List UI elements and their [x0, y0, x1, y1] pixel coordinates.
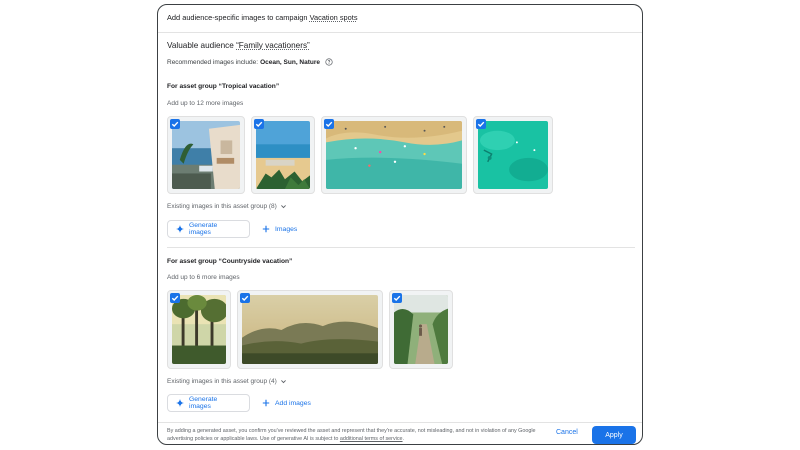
checkbox-checked-icon[interactable]	[476, 119, 486, 129]
generate-images-label: Generate images	[188, 222, 218, 236]
campaign-name: Vacation spots	[309, 13, 358, 22]
dialog-title: Add audience-specific images to campaign	[167, 13, 308, 22]
chevron-down-icon	[280, 380, 286, 384]
checkbox-checked-icon[interactable]	[170, 293, 180, 303]
image-forest	[172, 295, 226, 364]
chevron-down-icon	[280, 205, 286, 209]
group-title-tropical: For asset group “Tropical vacation”	[167, 83, 280, 90]
add-images-label: Images	[275, 225, 298, 233]
section-divider	[167, 247, 635, 248]
sparkle-icon	[176, 399, 184, 407]
image-tile[interactable]	[237, 290, 383, 369]
terms-link[interactable]: additional terms of service	[340, 436, 403, 442]
disclaimer-end: .	[402, 435, 405, 442]
image-garden-path	[394, 295, 448, 364]
image-tile[interactable]	[251, 116, 315, 194]
cancel-button[interactable]: Cancel	[556, 429, 578, 436]
help-circle-icon[interactable]	[325, 58, 333, 66]
image-tile[interactable]	[167, 116, 245, 194]
generate-images-button[interactable]: Generate images	[167, 394, 250, 412]
group-subtitle-tropical: Add up to 12 more images	[167, 100, 244, 107]
dialog-header: Add audience-specific images to campaign…	[158, 5, 642, 33]
checkbox-checked-icon[interactable]	[254, 119, 264, 129]
image-cliff-villa	[172, 121, 240, 189]
disclaimer-text: By adding a generated asset, you confirm…	[167, 428, 537, 443]
generate-images-button[interactable]: Generate images	[167, 220, 250, 238]
recommendation-line: Recommended images include: Ocean, Sun, …	[167, 58, 333, 66]
plus-icon	[262, 225, 270, 233]
group-title-countryside: For asset group “Countryside vacation”	[167, 258, 293, 265]
checkbox-checked-icon[interactable]	[392, 293, 402, 303]
recommendation-label: Recommended images include:	[167, 58, 259, 66]
checkbox-checked-icon[interactable]	[240, 293, 250, 303]
checkbox-checked-icon[interactable]	[324, 119, 334, 129]
image-hills-sunset	[242, 295, 378, 364]
image-tile[interactable]	[167, 290, 231, 369]
apply-button[interactable]: Apply	[592, 426, 636, 444]
image-beach-palms	[256, 121, 310, 189]
audience-label: Valuable audience	[167, 41, 234, 50]
existing-images-label: Existing images in this asset group (4)	[167, 378, 277, 385]
plus-icon	[262, 399, 270, 407]
dialog-footer: By adding a generated asset, you confirm…	[158, 422, 642, 444]
add-images-dialog: Add audience-specific images to campaign…	[157, 4, 643, 445]
image-tile[interactable]	[389, 290, 453, 369]
audience-title: Valuable audience “Family vacationers”	[167, 41, 310, 50]
add-images-label: Add images	[275, 399, 311, 407]
image-turquoise-sea	[478, 121, 548, 189]
sparkle-icon	[176, 225, 184, 233]
generate-images-label: Generate images	[188, 396, 218, 410]
add-images-button[interactable]: Images	[258, 220, 301, 238]
checkbox-checked-icon[interactable]	[170, 119, 180, 129]
image-tile[interactable]	[321, 116, 467, 194]
image-tile[interactable]	[473, 116, 553, 194]
existing-images-toggle[interactable]: Existing images in this asset group (8)	[167, 203, 287, 210]
add-images-button[interactable]: Add images	[258, 394, 315, 412]
recommendation-items: Ocean, Sun, Nature	[260, 58, 321, 66]
existing-images-label: Existing images in this asset group (8)	[167, 203, 277, 210]
existing-images-toggle[interactable]: Existing images in this asset group (4)	[167, 378, 287, 385]
audience-name: “Family vacationers”	[236, 41, 310, 50]
group-subtitle-countryside: Add up to 6 more images	[167, 274, 240, 281]
image-aerial-beach	[326, 121, 462, 189]
